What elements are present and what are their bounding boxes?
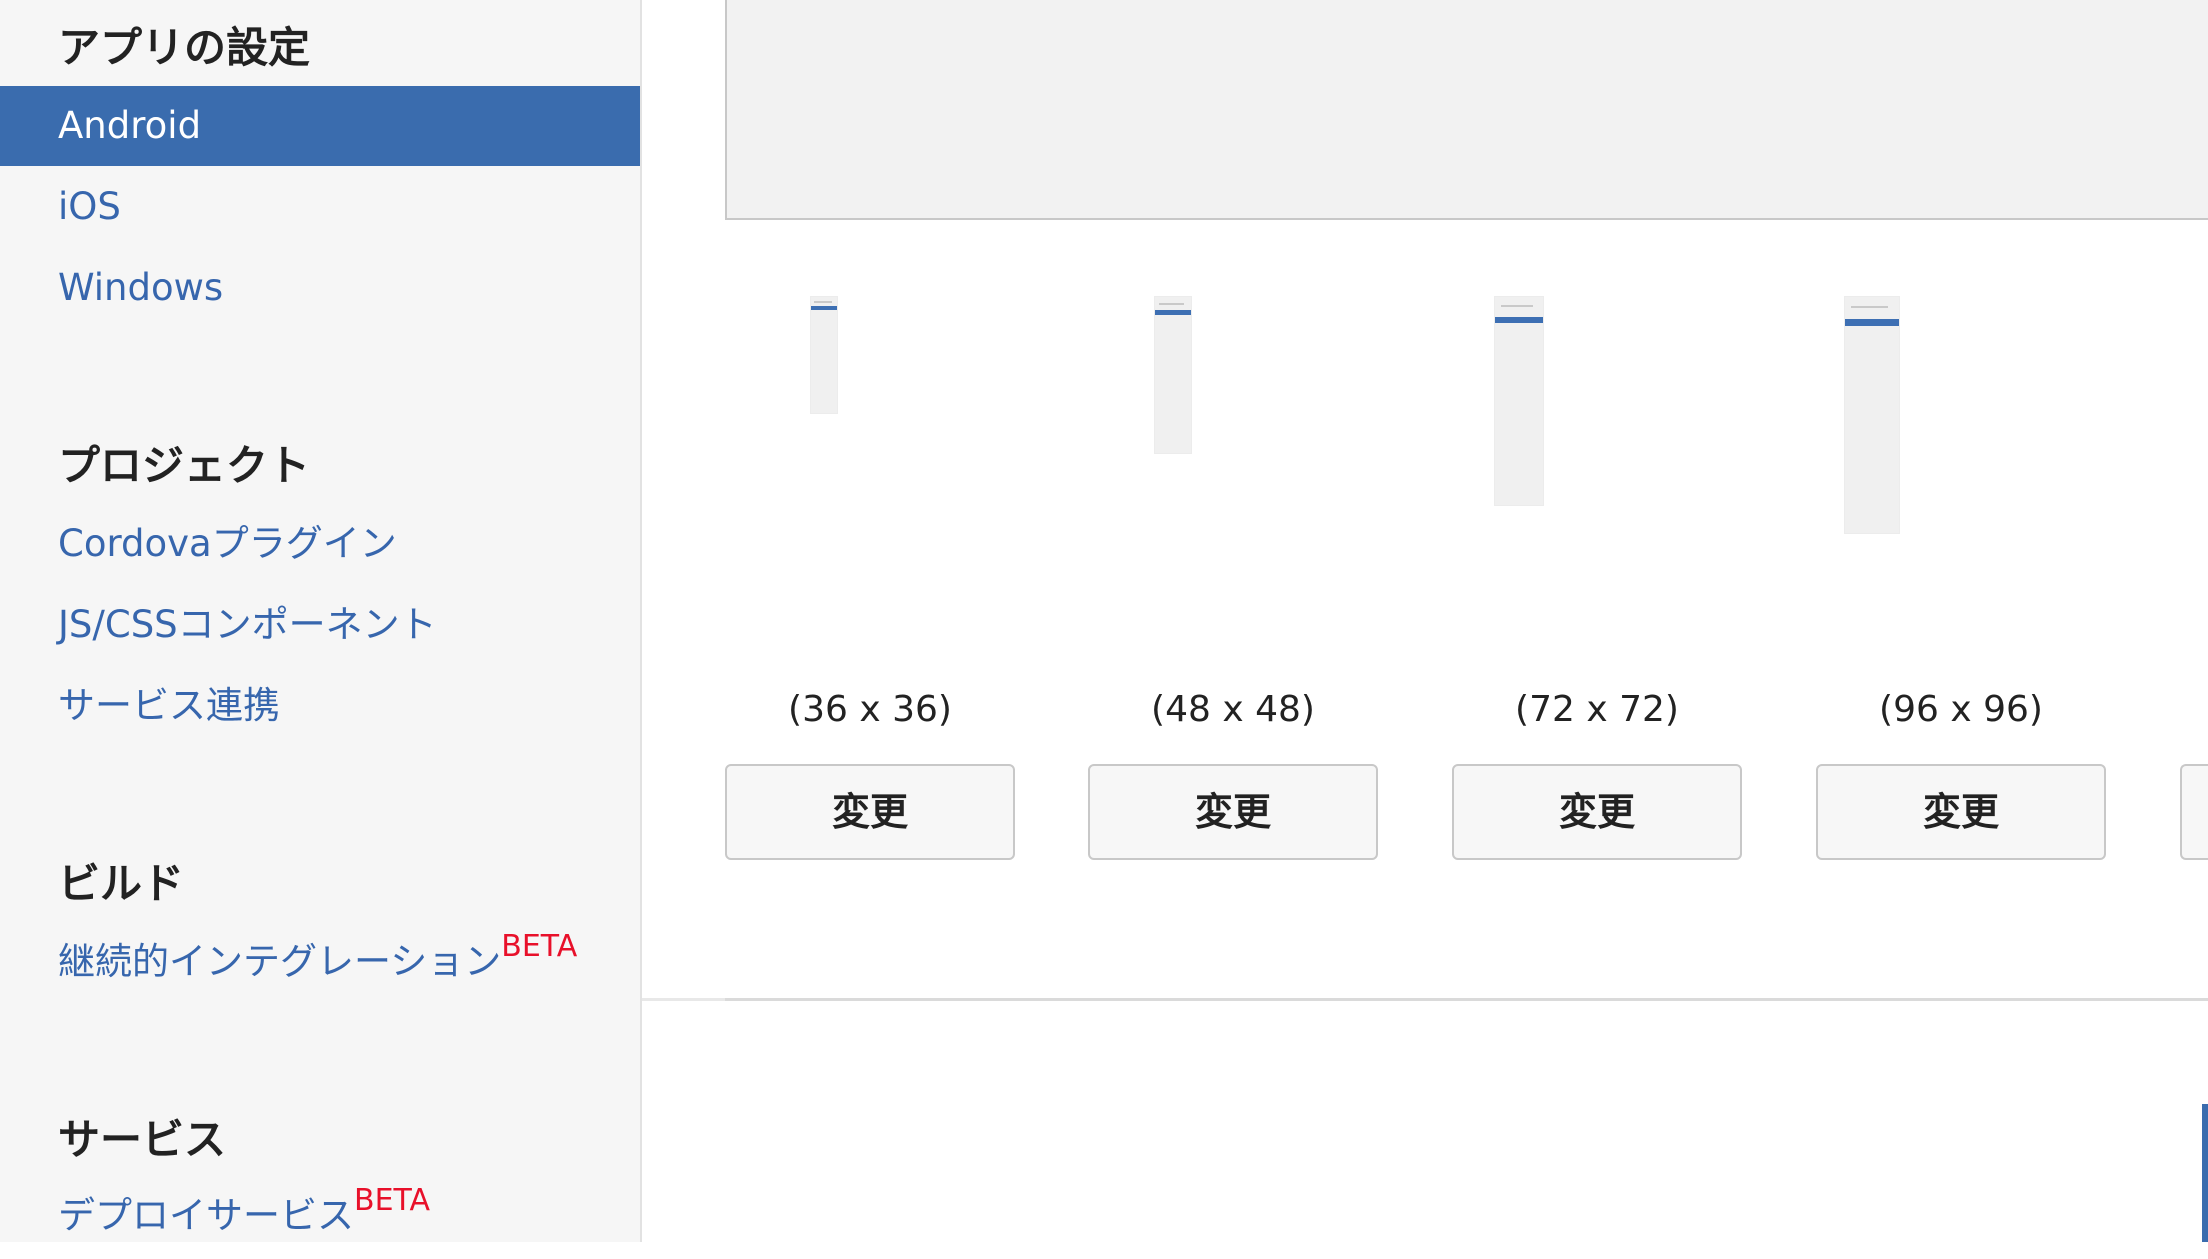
main-content: (36 x 36) (48 x 48) (72 x 72) (96 x 96) … <box>642 0 2208 1242</box>
sidebar-item-label: デプロイサービス <box>58 1194 354 1237</box>
section-title-build: ビルド <box>58 859 185 908</box>
section-title-project: プロジェクト <box>58 441 311 490</box>
change-icon-48-button[interactable]: 変更 <box>1088 764 1378 860</box>
icon-size-label-48: (48 x 48) <box>1151 689 1315 730</box>
change-icon-next-button[interactable] <box>2180 764 2208 860</box>
divider-left <box>642 998 725 1001</box>
beta-badge: BETA <box>354 1183 431 1218</box>
thumb-nav-bar <box>1155 310 1191 315</box>
partial-element-edge <box>2202 1104 2208 1242</box>
sidebar: アプリの設定 Android iOS Windows プロジェクト Cordov… <box>0 0 642 1242</box>
icon-preview-72 <box>1494 296 1544 506</box>
sidebar-item-label: 継続的インテグレーション <box>58 940 502 983</box>
section-divider <box>725 998 2208 1001</box>
icon-size-label-72: (72 x 72) <box>1515 689 1679 730</box>
splash-preview-area <box>725 0 2208 220</box>
sidebar-item-continuous-integration[interactable]: 継続的インテグレーションBETA <box>0 922 640 1002</box>
thumb-header-line <box>1851 306 1889 308</box>
sidebar-item-service-integration[interactable]: サービス連携 <box>0 666 640 746</box>
thumb-header-line <box>1159 303 1184 305</box>
thumb-nav-bar <box>1495 317 1543 323</box>
icon-preview-36 <box>810 296 838 414</box>
icon-preview-96 <box>1844 296 1900 534</box>
icon-preview-48 <box>1154 296 1192 454</box>
icon-size-label-96: (96 x 96) <box>1879 689 2043 730</box>
thumb-nav-bar <box>811 306 837 310</box>
thumb-header-line <box>814 301 832 303</box>
beta-badge: BETA <box>501 929 578 964</box>
thumb-header-line <box>1500 305 1534 307</box>
icon-size-label-36: (36 x 36) <box>788 689 952 730</box>
sidebar-item-windows[interactable]: Windows <box>0 248 640 328</box>
section-title-services: サービス <box>58 1115 227 1164</box>
change-icon-96-button[interactable]: 変更 <box>1816 764 2106 860</box>
sidebar-item-cordova-plugins[interactable]: Cordovaプラグイン <box>0 504 640 584</box>
sidebar-item-deploy-service[interactable]: デプロイサービスBETA <box>0 1176 640 1256</box>
sidebar-item-js-css-components[interactable]: JS/CSSコンポーネント <box>0 585 640 665</box>
thumb-nav-bar <box>1845 319 1899 326</box>
change-icon-36-button[interactable]: 変更 <box>725 764 1015 860</box>
sidebar-item-ios[interactable]: iOS <box>0 167 640 247</box>
sidebar-item-android[interactable]: Android <box>0 86 640 166</box>
change-icon-72-button[interactable]: 変更 <box>1452 764 1742 860</box>
section-title-app-settings: アプリの設定 <box>58 23 311 72</box>
